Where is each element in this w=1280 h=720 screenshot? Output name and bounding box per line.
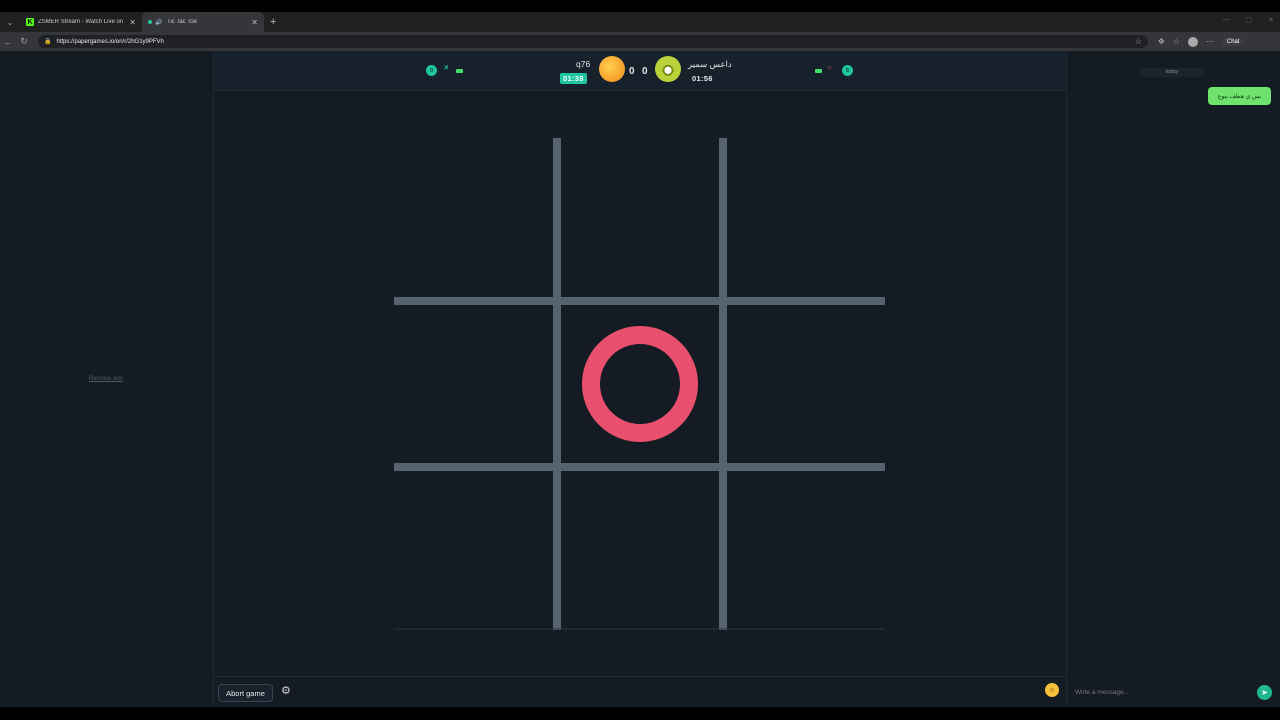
board-cell[interactable] xyxy=(394,138,553,297)
player2-badge: 5 xyxy=(842,65,853,76)
flag-icon xyxy=(456,69,463,73)
close-tab-icon[interactable]: ✕ xyxy=(251,18,258,27)
board-cell[interactable] xyxy=(394,471,553,629)
player1-name: q76 xyxy=(576,59,591,69)
game-footer: Abort game ⚙ xyxy=(214,676,1066,707)
screen-bottom-border xyxy=(0,707,1280,720)
tab-zsmer-stream[interactable]: K ZSMER Stream - Watch Live on Ki ✕ xyxy=(20,12,142,32)
send-icon[interactable]: ➤ xyxy=(1257,685,1272,700)
speaker-icon: 🔊 xyxy=(155,19,163,26)
chat-date-label: today xyxy=(1139,68,1205,77)
board-cell[interactable] xyxy=(561,471,719,629)
tab-tic-tac-toe[interactable]: 🔊 Tic Tac Toe ✕ xyxy=(142,12,264,32)
bookmark-star-icon[interactable]: ☆ xyxy=(1135,37,1142,46)
grid-line xyxy=(553,138,561,630)
grid-line xyxy=(394,297,885,305)
tab-search-icon[interactable]: ⌄ xyxy=(0,12,20,32)
lock-icon: 🔒 xyxy=(44,39,52,45)
remove-ads-link[interactable]: Remove ads xyxy=(89,376,123,382)
address-bar-row: ← ↻ 🔒 https://papergames.io/en/r/2hG1y9P… xyxy=(0,32,1280,51)
board-svg xyxy=(394,138,885,630)
close-tab-icon[interactable]: ✕ xyxy=(129,18,136,27)
chat-panel: today بس ي هطف يبوع ➤ xyxy=(1066,51,1280,707)
kick-favicon-icon: K xyxy=(26,18,34,26)
player1-score: 0 xyxy=(629,66,635,77)
player2-avatar xyxy=(655,56,681,82)
board-cell[interactable] xyxy=(727,305,885,463)
tab-strip: ⌄ K ZSMER Stream - Watch Live on Ki ✕ 🔊 … xyxy=(0,12,1280,32)
scoreboard: 0 × q76 01:39 0 0 داعس سمير 01:56 ○ 5 xyxy=(214,51,1066,91)
tab-title: Tic Tac Toe xyxy=(167,19,197,25)
window-controls: — ▢ ✕ xyxy=(1223,16,1275,24)
chat-message-bubble: بس ي هطف يبوع xyxy=(1208,87,1271,105)
player2-name: داعس سمير xyxy=(688,59,732,69)
emoji-icon[interactable]: ☺ xyxy=(1045,683,1059,697)
flag-icon xyxy=(815,69,822,73)
tab-title: ZSMER Stream - Watch Live on Ki xyxy=(38,19,126,25)
gear-icon[interactable]: ⚙ xyxy=(281,685,293,697)
url-text: https://papergames.io/en/r/2hG1y9PFVh xyxy=(56,38,164,45)
more-menu-icon[interactable]: ⋯ xyxy=(1206,37,1214,46)
close-window-icon[interactable]: ✕ xyxy=(1268,16,1274,24)
url-field[interactable]: 🔒 https://papergames.io/en/r/2hG1y9PFVh … xyxy=(38,35,1148,48)
game-area: 0 × q76 01:39 0 0 داعس سمير 01:56 ○ 5 Ab… xyxy=(214,51,1066,707)
left-ad-panel: Remove ads xyxy=(0,51,214,707)
abort-game-button[interactable]: Abort game xyxy=(218,684,273,702)
player1-badge: 0 xyxy=(426,65,437,76)
x-mark-icon: × xyxy=(444,63,449,72)
player1-timer: 01:39 xyxy=(560,73,587,84)
profile-avatar-icon[interactable] xyxy=(1187,36,1198,47)
page: Remove ads 0 × q76 01:39 0 0 داعس سمير 0… xyxy=(0,51,1280,707)
favorites-icon[interactable]: ☆ xyxy=(1173,37,1180,46)
browser-window: ⌄ K ZSMER Stream - Watch Live on Ki ✕ 🔊 … xyxy=(0,0,1280,720)
grid-line xyxy=(394,463,885,471)
minimize-icon[interactable]: — xyxy=(1223,16,1230,24)
board-cell[interactable] xyxy=(394,305,553,463)
chat-button[interactable]: Chat xyxy=(1221,37,1245,46)
board-cell[interactable] xyxy=(561,138,719,297)
board-cell[interactable] xyxy=(727,471,885,629)
back-icon[interactable]: ← xyxy=(0,37,16,47)
player1-avatar xyxy=(599,56,625,82)
maximize-icon[interactable]: ▢ xyxy=(1246,16,1253,24)
message-input[interactable] xyxy=(1070,682,1250,702)
new-tab-icon[interactable]: + xyxy=(270,16,276,28)
player2-score: 0 xyxy=(642,66,648,77)
extension-bar: ✥ ☆ ⋯ Chat xyxy=(1158,36,1245,47)
board-cell[interactable] xyxy=(727,138,885,297)
grid-line xyxy=(719,138,727,630)
reload-icon[interactable]: ↻ xyxy=(16,36,32,47)
player2-timer: 01:56 xyxy=(692,74,713,83)
tic-tac-toe-board xyxy=(214,91,1066,676)
extensions-icon[interactable]: ✥ xyxy=(1158,37,1165,46)
screen-top-border xyxy=(0,0,1280,12)
audio-indicator-icon xyxy=(148,20,152,24)
o-mark-icon: ○ xyxy=(827,63,832,72)
